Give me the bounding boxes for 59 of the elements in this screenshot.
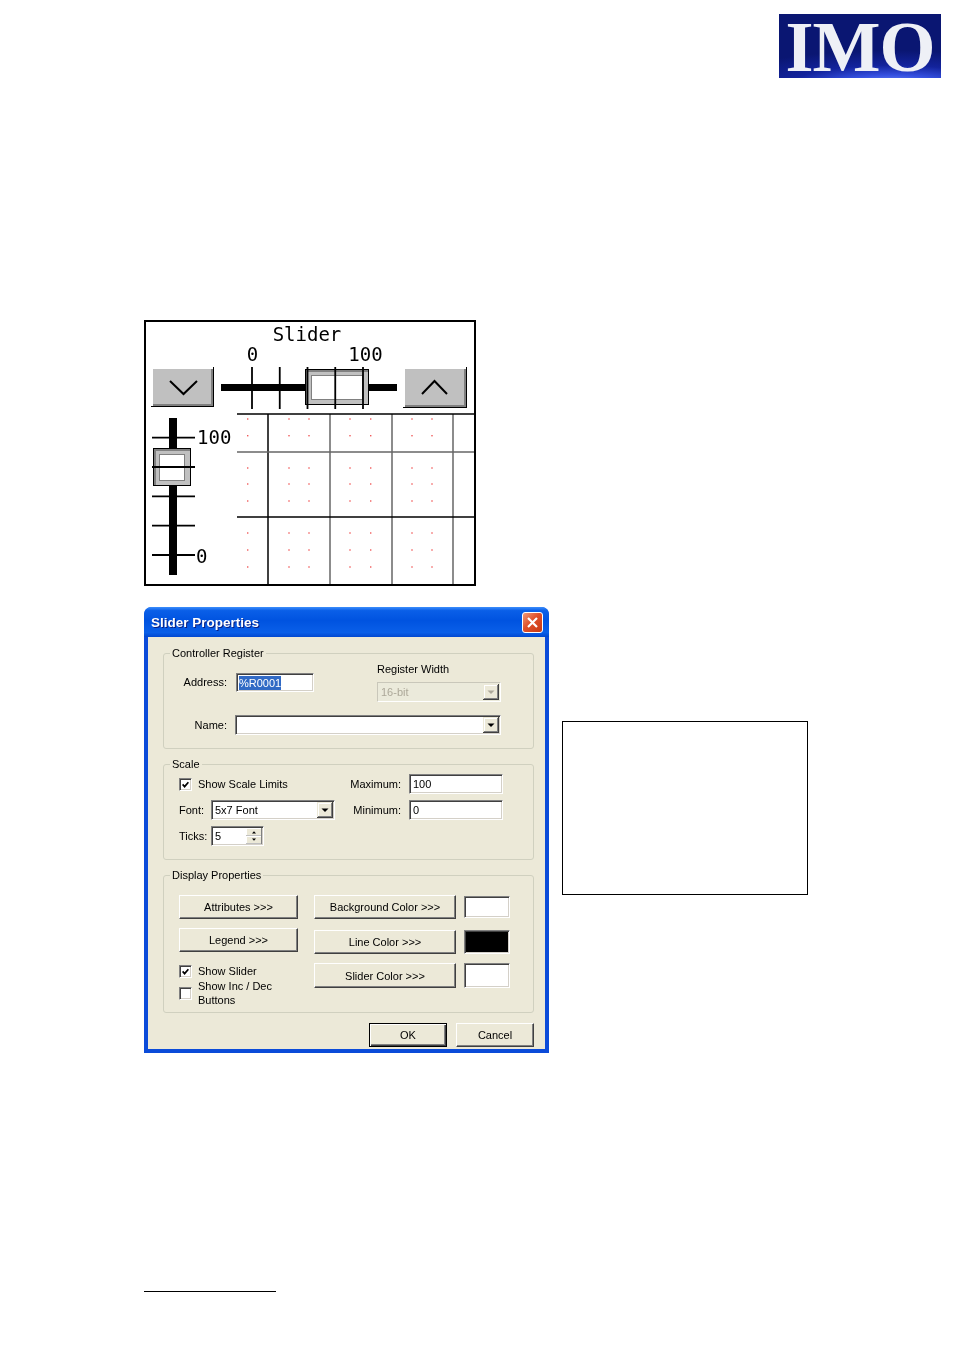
scale-tick — [334, 366, 337, 410]
group-legend: Scale — [170, 757, 202, 771]
chevron-up-icon — [421, 379, 448, 395]
minimum-field[interactable]: 0 — [409, 800, 503, 820]
dialog-button[interactable]: OK — [369, 1023, 447, 1047]
scale-tick — [151, 466, 196, 468]
slider-thumb[interactable] — [153, 447, 191, 486]
field-label: Font: — [179, 803, 206, 818]
name-dropdown[interactable] — [235, 715, 501, 735]
scale-label: 0 — [196, 545, 208, 567]
field-label: Ticks: — [179, 829, 209, 844]
ticks-spinner[interactable]: 5 — [211, 826, 264, 846]
maximum-field[interactable]: 100 — [409, 774, 503, 794]
scale-tick — [151, 495, 196, 498]
checkmark-icon — [182, 780, 189, 788]
dialog-button[interactable]: Attributes >>> — [179, 895, 298, 919]
scale-tick — [151, 436, 196, 439]
scale-tick — [251, 366, 253, 410]
close-icon — [527, 616, 538, 628]
dropdown-arrow-icon[interactable] — [317, 802, 333, 818]
scale-label: 0 — [246, 343, 259, 365]
scale-tick — [151, 524, 196, 527]
field-label: Maximum: — [349, 777, 402, 792]
logo: IMO — [779, 14, 941, 78]
scale-tick — [362, 366, 364, 410]
decrement-button[interactable] — [151, 367, 214, 407]
dropdown-arrow-icon[interactable] — [483, 717, 499, 733]
checkbox-label: Show Slider — [198, 964, 258, 978]
group-legend: Controller Register — [170, 646, 266, 660]
spin-arrows-icon[interactable] — [246, 828, 262, 844]
scale-tick — [306, 366, 309, 410]
group-legend: Display Properties — [170, 868, 264, 882]
slider-title: Slider — [272, 323, 342, 345]
color-button[interactable]: Line Color >>> — [314, 930, 456, 954]
checkbox[interactable] — [179, 986, 192, 1000]
checkbox[interactable] — [179, 964, 192, 978]
checkbox-label: Show Inc / Dec Buttons — [198, 979, 273, 1007]
dialog-title: Slider Properties — [151, 614, 260, 630]
font-dropdown[interactable]: 5x7 Font — [211, 800, 335, 820]
address-field[interactable]: %R0001 — [236, 673, 314, 692]
close-button[interactable] — [522, 611, 543, 633]
scale-label: 100 — [197, 426, 232, 448]
color-button[interactable]: Slider Color >>> — [314, 963, 456, 988]
field-label: Minimum: — [352, 803, 402, 818]
dialog-button[interactable]: Legend >>> — [179, 928, 298, 952]
field-label: Name: — [193, 718, 227, 733]
checkbox-label: Show Scale Limits — [198, 777, 288, 791]
slider-thumb[interactable] — [305, 369, 370, 405]
scale-tick — [151, 554, 196, 556]
checkmark-icon — [182, 967, 189, 975]
scale-tick — [278, 366, 281, 410]
chevron-down-icon — [169, 380, 198, 396]
field-label: Address: — [182, 675, 227, 690]
checkbox[interactable] — [179, 777, 192, 791]
color-button[interactable]: Background Color >>> — [314, 895, 456, 919]
dialog-button[interactable]: Cancel — [456, 1023, 534, 1047]
scale-label: 100 — [348, 343, 383, 365]
field-label: Register Width — [377, 663, 451, 676]
increment-button[interactable] — [403, 367, 467, 408]
